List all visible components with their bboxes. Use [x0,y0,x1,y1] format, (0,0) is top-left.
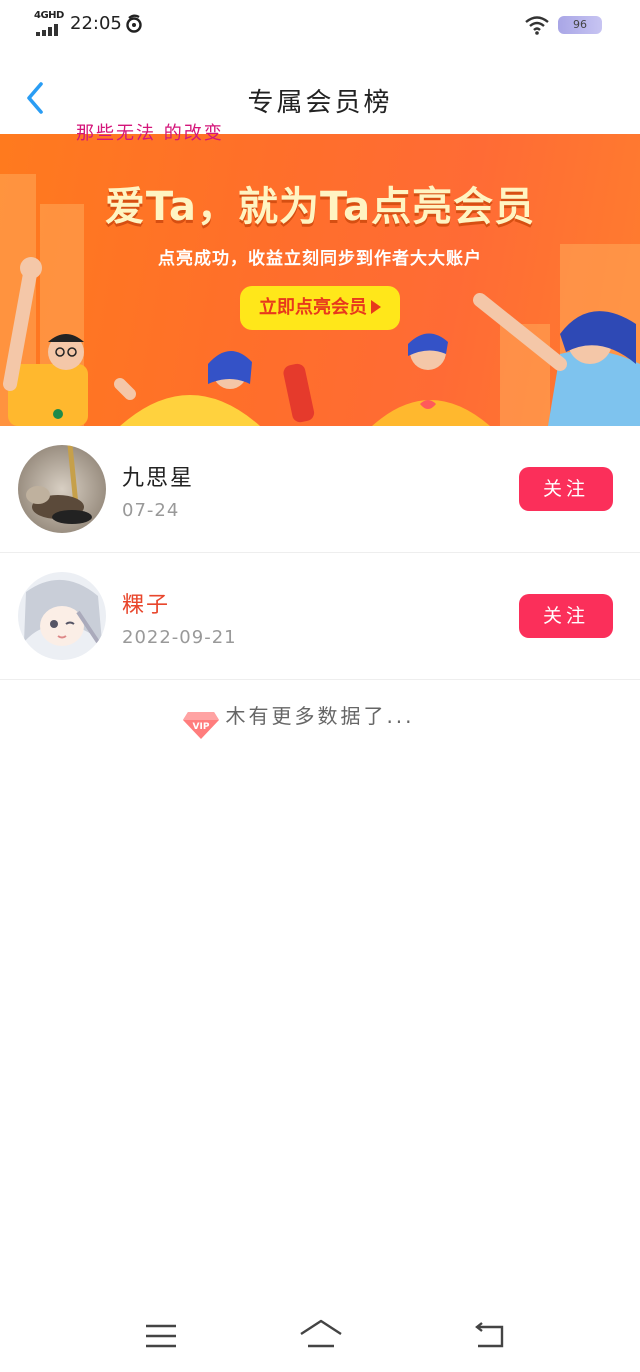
follow-button[interactable]: 关注 [519,594,613,638]
menu-icon[interactable] [144,1322,178,1350]
return-icon[interactable] [472,1322,506,1350]
wifi-icon [525,16,549,35]
home-icon[interactable] [298,1318,344,1350]
avatar[interactable] [18,445,106,533]
member-date: 07-24 [122,500,180,521]
status-bar: 4GHD 22:05 96 [0,0,640,50]
network-type: 4GHD [34,10,64,21]
member-date: 2022-09-21 [122,627,237,648]
overlay-caption: 那些无法 的改变 [76,123,224,144]
list-item[interactable]: 粿子 2022-09-21 VIP 关注 [0,553,640,739]
notification-app-icon [126,14,142,33]
system-navigation-bar [0,1310,640,1372]
member-name: 九思星 [122,466,195,491]
member-list: 九思星 07-24 关注 粿子 2022-09-21 VIP 关注 [0,426,640,739]
follow-button[interactable]: 关注 [519,467,613,511]
banner-headline: 爱Ta，就为Ta点亮会员 [104,184,536,230]
page-title: 专属会员榜 [247,88,393,118]
battery-indicator: 96 [558,16,602,34]
cellular-signal-icon: 4GHD [34,10,64,36]
member-name: 粿子 [122,593,171,618]
membership-banner[interactable]: 爱Ta，就为Ta点亮会员 点亮成功，收益立刻同步到作者大大账户 立即点亮会员 [0,134,640,426]
list-item[interactable]: 九思星 07-24 关注 [0,426,640,553]
banner-illustration [3,257,640,426]
list-end-message: 木有更多数据了... [225,704,415,728]
battery-level: 96 [573,18,587,31]
avatar[interactable] [18,572,106,660]
clock: 22:05 [70,13,122,34]
